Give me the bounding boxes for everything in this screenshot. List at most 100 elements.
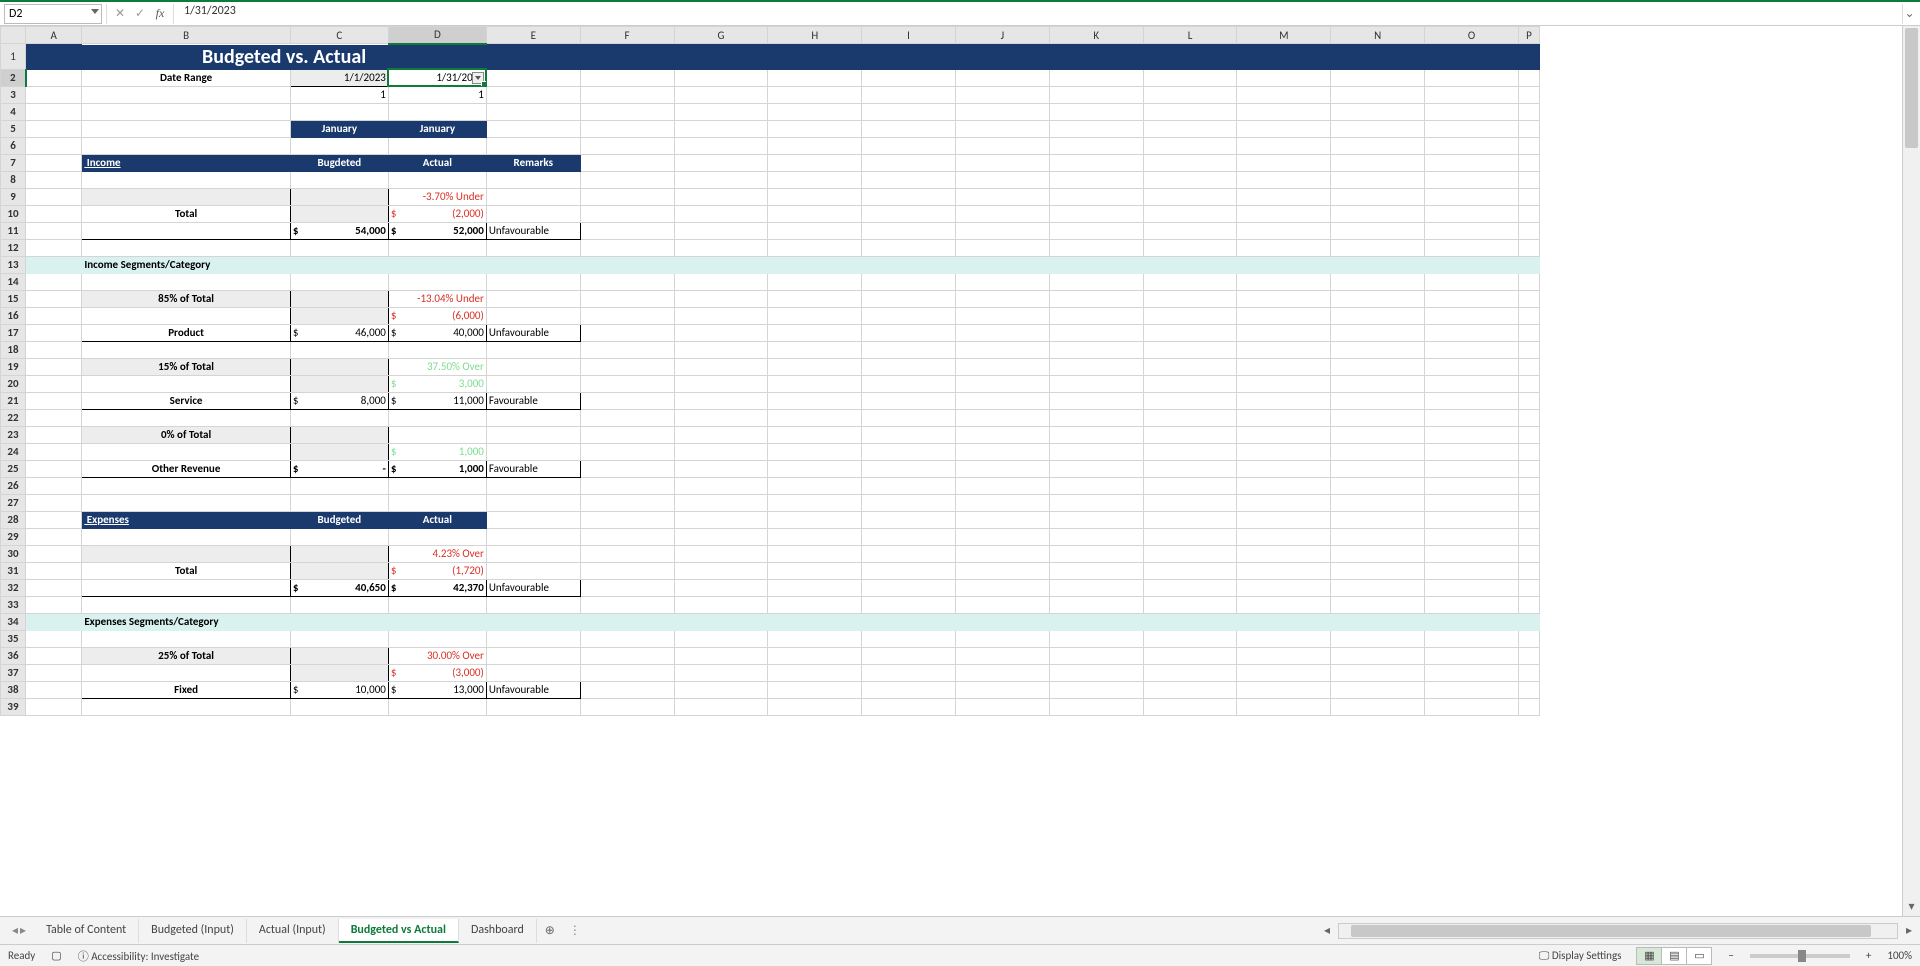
formula-input[interactable]: 1/31/2023 <box>178 4 1898 24</box>
cell[interactable] <box>862 511 956 528</box>
row-header[interactable]: 5 <box>1 120 26 137</box>
cell[interactable] <box>1331 86 1425 103</box>
cell[interactable] <box>388 596 486 613</box>
cell[interactable] <box>1518 545 1539 562</box>
cell[interactable] <box>26 341 82 358</box>
cell[interactable] <box>1331 290 1425 307</box>
cell[interactable]: Other Revenue <box>82 460 291 477</box>
cell[interactable] <box>1425 562 1519 579</box>
cell[interactable] <box>290 596 388 613</box>
cell[interactable] <box>674 120 768 137</box>
cell[interactable] <box>1143 596 1237 613</box>
cell[interactable] <box>1049 681 1143 698</box>
cell[interactable] <box>1049 188 1143 205</box>
cell[interactable]: Expenses <box>82 511 291 528</box>
cell[interactable] <box>955 698 1049 715</box>
cell[interactable]: Total <box>82 205 291 222</box>
cell[interactable] <box>580 324 674 341</box>
cell[interactable] <box>1518 681 1539 698</box>
cell[interactable] <box>26 239 82 256</box>
cell[interactable] <box>768 698 862 715</box>
cell[interactable] <box>1237 120 1331 137</box>
cell[interactable] <box>1237 273 1331 290</box>
cell[interactable] <box>1049 477 1143 494</box>
cell[interactable] <box>486 273 580 290</box>
cell[interactable]: 1 <box>290 86 388 103</box>
cell[interactable] <box>1331 630 1425 647</box>
cell[interactable] <box>1425 324 1519 341</box>
cell[interactable]: Unfavourable <box>486 681 580 698</box>
row-header[interactable]: 34 <box>1 613 26 630</box>
cell[interactable] <box>1237 44 1331 70</box>
cell[interactable] <box>1143 290 1237 307</box>
cell[interactable] <box>82 273 291 290</box>
row-header[interactable]: 1 <box>1 44 26 70</box>
cell[interactable] <box>1331 307 1425 324</box>
cell[interactable]: 4.23% Over <box>388 545 486 562</box>
cell[interactable] <box>1143 494 1237 511</box>
cell[interactable] <box>1143 562 1237 579</box>
cell[interactable] <box>486 120 580 137</box>
cell[interactable] <box>768 681 862 698</box>
cell[interactable] <box>955 392 1049 409</box>
cell[interactable]: Actual <box>388 154 486 171</box>
cell[interactable] <box>1425 511 1519 528</box>
cell[interactable] <box>1049 528 1143 545</box>
cell[interactable]: $40,000 <box>388 324 486 341</box>
cell[interactable] <box>955 103 1049 120</box>
cell[interactable] <box>1143 188 1237 205</box>
cell[interactable] <box>955 290 1049 307</box>
col-header[interactable]: P <box>1518 27 1539 44</box>
cell[interactable] <box>486 375 580 392</box>
cell[interactable] <box>26 562 82 579</box>
cell[interactable] <box>1049 69 1143 86</box>
row-header[interactable]: 27 <box>1 494 26 511</box>
cell[interactable] <box>26 392 82 409</box>
row-header[interactable]: 17 <box>1 324 26 341</box>
cell[interactable] <box>862 44 956 70</box>
cell[interactable] <box>1518 69 1539 86</box>
cell[interactable] <box>1049 86 1143 103</box>
cell[interactable] <box>1425 596 1519 613</box>
cell[interactable]: $46,000 <box>290 324 388 341</box>
cell[interactable] <box>1425 341 1519 358</box>
cell[interactable] <box>1518 86 1539 103</box>
cell[interactable] <box>580 392 674 409</box>
cell[interactable] <box>768 307 862 324</box>
cell[interactable] <box>1049 579 1143 596</box>
cell[interactable] <box>674 698 768 715</box>
cell[interactable] <box>580 443 674 460</box>
scroll-down-icon[interactable]: ▾ <box>1903 899 1920 914</box>
cell[interactable] <box>955 579 1049 596</box>
cell[interactable] <box>862 562 956 579</box>
cell[interactable] <box>486 613 580 630</box>
row-header[interactable]: 21 <box>1 392 26 409</box>
row-header[interactable]: 38 <box>1 681 26 698</box>
cell[interactable] <box>768 171 862 188</box>
tab-prev-icon[interactable]: ◂ <box>12 923 18 938</box>
cell[interactable] <box>580 630 674 647</box>
cell[interactable] <box>862 613 956 630</box>
row-header[interactable]: 14 <box>1 273 26 290</box>
cell[interactable] <box>1143 256 1237 273</box>
cell[interactable] <box>1518 239 1539 256</box>
cell[interactable]: $10,000 <box>290 681 388 698</box>
cell[interactable] <box>1143 511 1237 528</box>
cell[interactable]: 0% of Total <box>82 426 291 443</box>
cell[interactable] <box>388 409 486 426</box>
cell[interactable] <box>290 443 388 460</box>
tab-next-icon[interactable]: ▸ <box>20 923 26 938</box>
cell[interactable] <box>768 375 862 392</box>
cell[interactable] <box>955 460 1049 477</box>
cell[interactable] <box>580 596 674 613</box>
cell[interactable] <box>1331 69 1425 86</box>
cell[interactable] <box>580 511 674 528</box>
cell[interactable] <box>768 562 862 579</box>
fx-icon[interactable]: fx <box>153 6 167 21</box>
cell[interactable] <box>1237 630 1331 647</box>
cell[interactable] <box>955 120 1049 137</box>
cell[interactable] <box>1237 528 1331 545</box>
normal-view-button[interactable]: ▦ <box>1636 947 1662 965</box>
cell[interactable] <box>82 341 291 358</box>
sheet-tab[interactable]: Table of Content <box>34 919 139 943</box>
